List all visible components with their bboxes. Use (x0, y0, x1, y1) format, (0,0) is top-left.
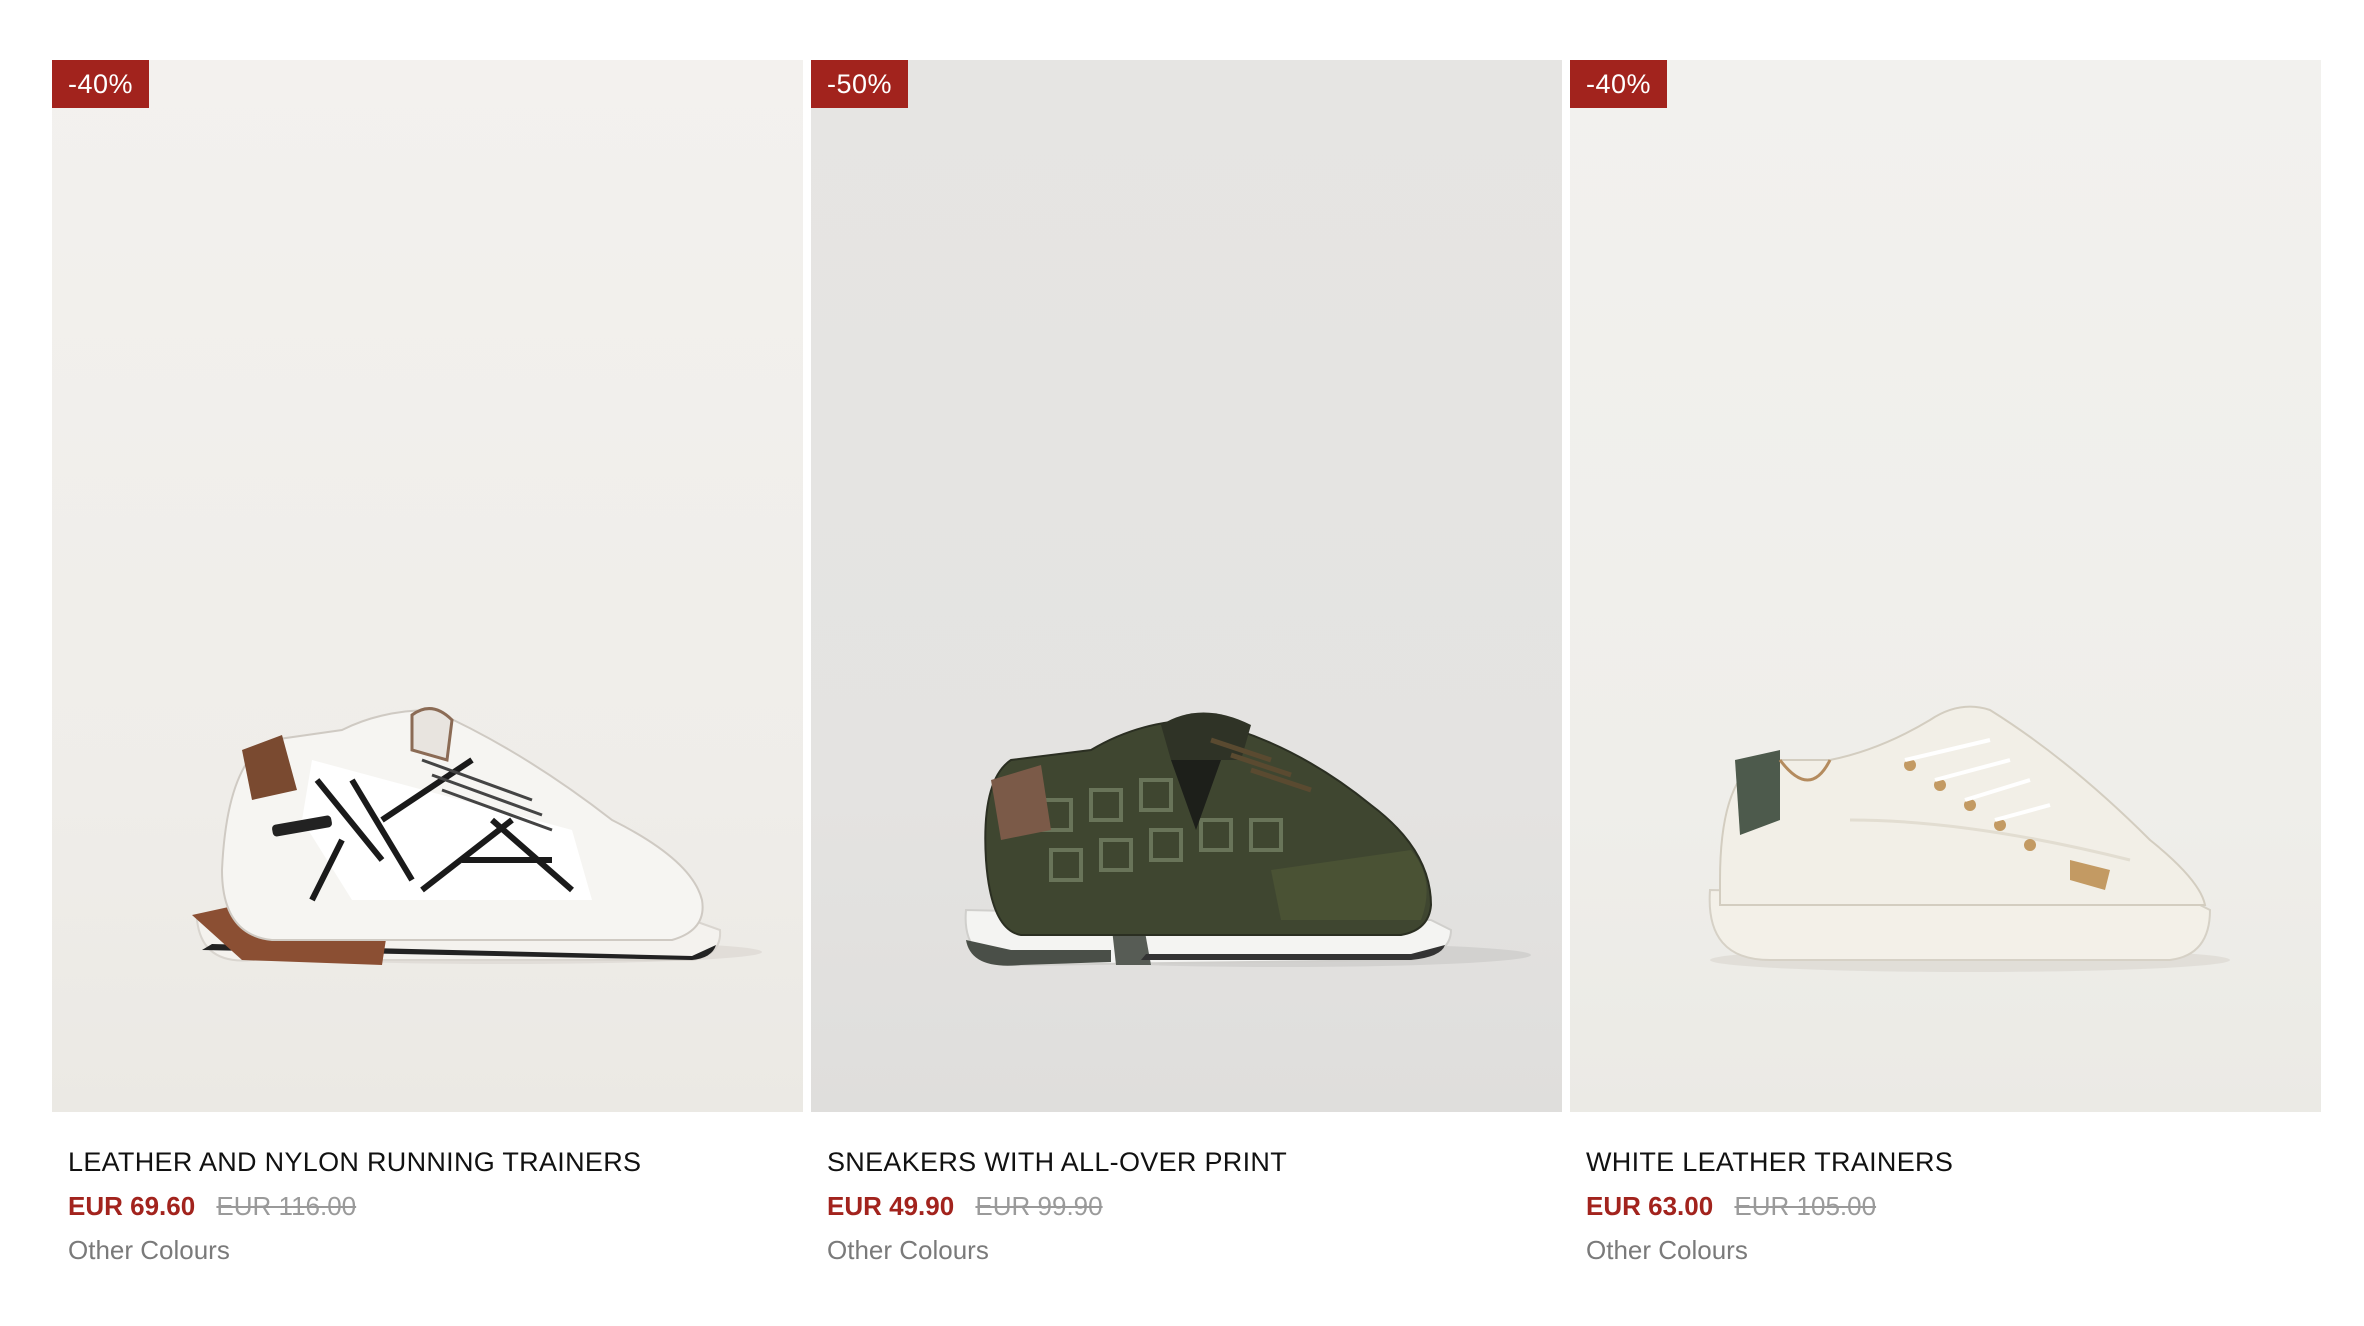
product-name[interactable]: SNEAKERS WITH ALL-OVER PRINT (827, 1144, 1546, 1180)
product-name[interactable]: WHITE LEATHER TRAINERS (1586, 1144, 2305, 1180)
price-row: EUR 69.60 EUR 116.00 (68, 1188, 787, 1224)
trainer-white-leather-icon (1708, 705, 2230, 972)
sale-price: EUR 63.00 (1586, 1191, 1714, 1221)
original-price: EUR 105.00 (1734, 1191, 1877, 1221)
product-card[interactable]: -40% WHITE LEATHER TRAINERS EUR 63.00 EU… (1570, 60, 2321, 1268)
running-trainer-white-brown-icon (192, 707, 762, 965)
sale-price: EUR 69.60 (68, 1191, 196, 1221)
product-card[interactable]: -50% SNEAKERS WITH ALL-OVER PRINT EUR 49… (811, 60, 1562, 1268)
discount-badge: -40% (52, 60, 150, 108)
discount-badge: -50% (811, 60, 909, 108)
product-name[interactable]: LEATHER AND NYLON RUNNING TRAINERS (68, 1144, 787, 1180)
product-image[interactable]: -50% (811, 60, 1562, 1112)
original-price: EUR 116.00 (216, 1191, 357, 1221)
product-image[interactable]: -40% (52, 60, 803, 1112)
discount-badge: -40% (1570, 60, 1668, 108)
product-grid: -40% LEATHER AND NYLON RUNNING TRAINERS … (52, 60, 2321, 1268)
other-colours-link[interactable]: Other Colours (827, 1232, 1546, 1268)
product-card[interactable]: -40% LEATHER AND NYLON RUNNING TRAINERS … (52, 60, 803, 1268)
other-colours-link[interactable]: Other Colours (1586, 1232, 2305, 1268)
sale-price: EUR 49.90 (827, 1191, 955, 1221)
product-image[interactable]: -40% (1570, 60, 2321, 1112)
original-price: EUR 99.90 (975, 1191, 1103, 1221)
sneaker-olive-print-icon (964, 712, 1531, 967)
other-colours-link[interactable]: Other Colours (68, 1232, 787, 1268)
price-row: EUR 63.00 EUR 105.00 (1586, 1188, 2305, 1224)
price-row: EUR 49.90 EUR 99.90 (827, 1188, 1546, 1224)
